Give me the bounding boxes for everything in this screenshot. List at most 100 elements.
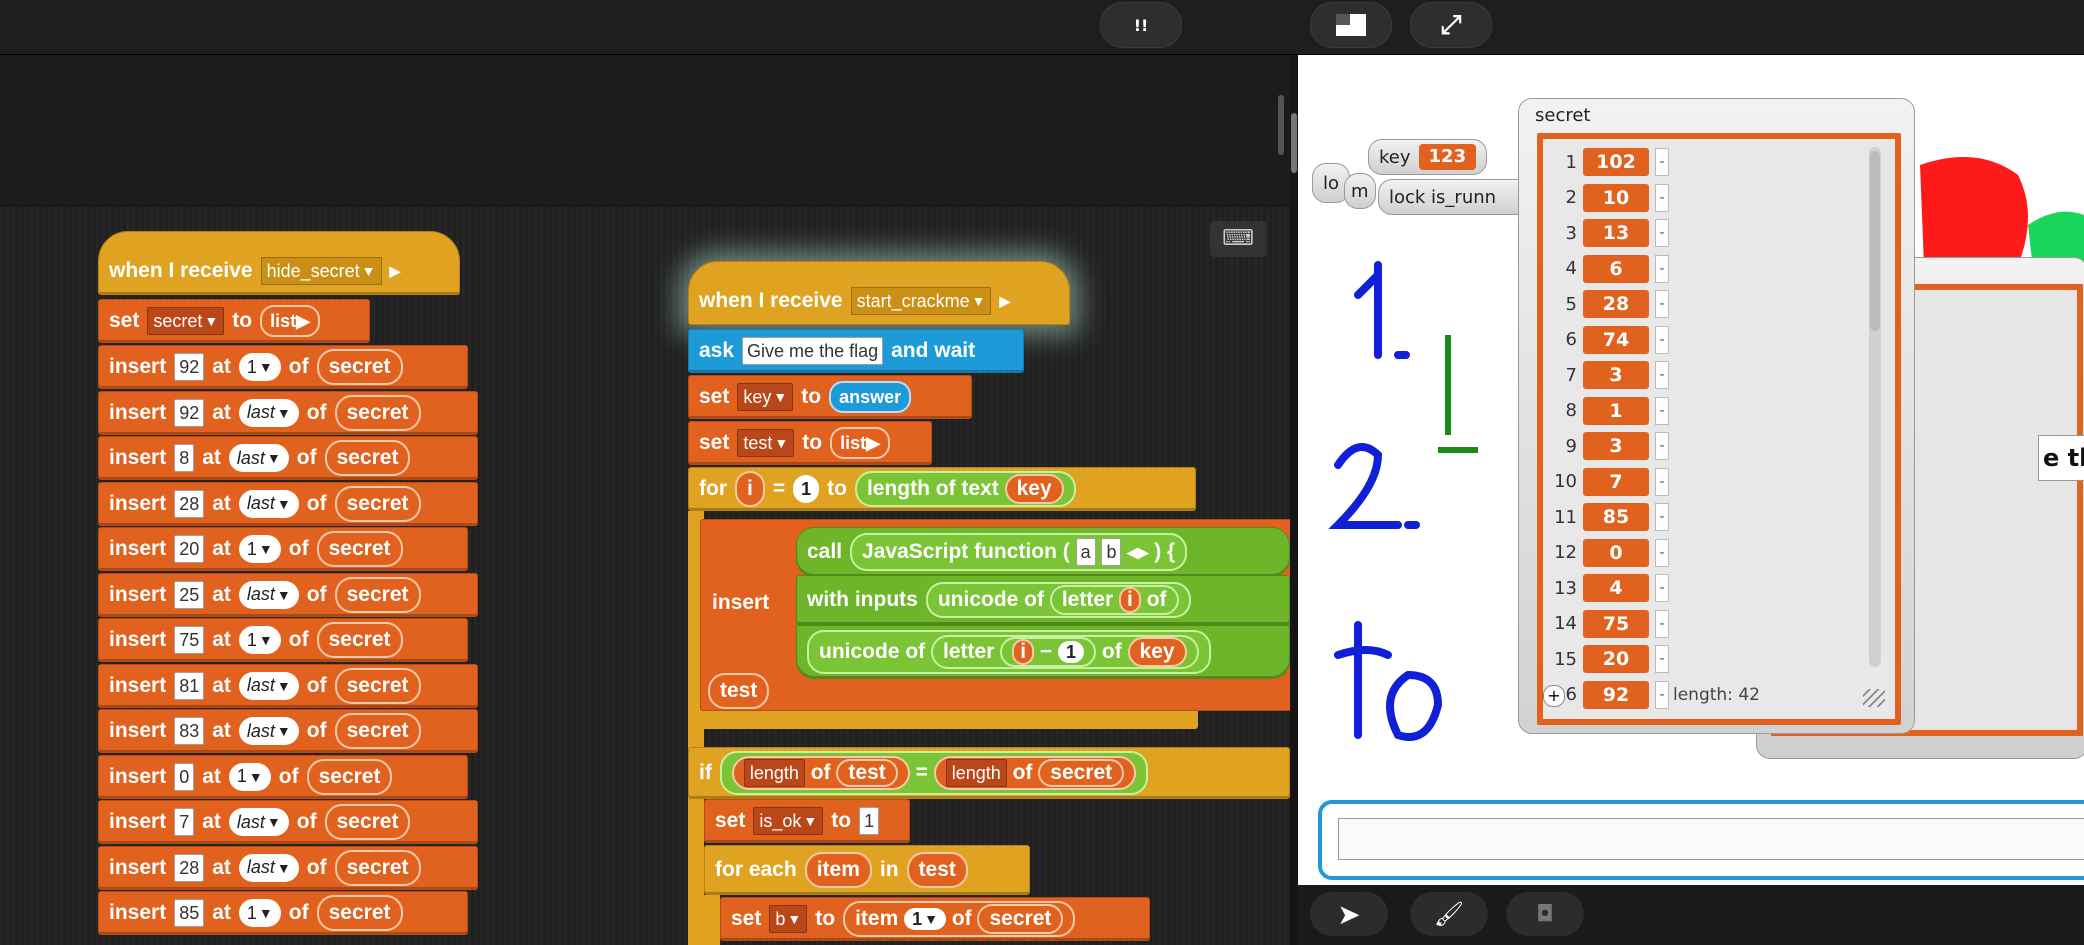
keyboard-icon[interactable]: ⌨	[1210, 221, 1266, 257]
list-value[interactable]: 75	[1583, 609, 1649, 638]
value-slot[interactable]: 81	[174, 671, 205, 700]
insert-block[interactable]: insert 20 at 1 ▼ of secret	[98, 527, 468, 571]
secret-var-reporter[interactable]: secret	[334, 394, 421, 431]
set-secret-block[interactable]: set secret ▼ to list ▶	[98, 299, 370, 343]
position-dropdown[interactable]: last ▼	[238, 853, 299, 882]
position-dropdown[interactable]: 1 ▼	[238, 353, 281, 381]
var-dropdown[interactable]: is_ok ▼	[753, 807, 824, 835]
list-value[interactable]: 92	[1583, 680, 1649, 709]
list-value[interactable]: 13	[1583, 219, 1649, 247]
list-value[interactable]: 28	[1583, 290, 1649, 318]
message-dropdown[interactable]: hide_secret ▼	[260, 257, 382, 285]
if-block[interactable]: if length of test = length of secret	[688, 747, 1290, 799]
insert-block[interactable]: insert 28 at last ▼ of secret	[98, 845, 478, 890]
secret-var-reporter[interactable]: secret	[334, 576, 421, 613]
list-value[interactable]: 4	[1583, 574, 1649, 602]
list-watcher-secret[interactable]: secret 1 102-2 10-3 13-4 6-5 28-6 74-7 3-8 1-9 3-…	[1518, 98, 1915, 734]
equals-predicate[interactable]: length of test = length of secret	[719, 751, 1149, 795]
secret-var-reporter[interactable]: secret	[316, 895, 403, 931]
secret-var-reporter[interactable]: secret	[316, 531, 403, 567]
camera-icon[interactable]: ◘	[1506, 892, 1584, 936]
position-dropdown[interactable]: last ▼	[238, 671, 299, 700]
item-var[interactable]: item	[804, 852, 872, 888]
list-item[interactable]: 93-	[1547, 429, 1669, 463]
secret-var-reporter[interactable]: secret	[334, 849, 421, 886]
start-slot[interactable]: 1	[793, 475, 820, 503]
list-value[interactable]: 0	[1583, 538, 1649, 567]
list-item[interactable]: 12 0-	[1547, 536, 1669, 570]
list-contents[interactable]: 1 102-2 10-3 13-4 6-5 28-6 74-7 3-8 1-9 3-10 7-11 8…	[1537, 133, 1901, 725]
var-dropdown[interactable]: secret ▼	[147, 307, 225, 335]
value-slot[interactable]: 85	[174, 899, 205, 927]
length-of-text-reporter[interactable]: length of text key	[854, 471, 1076, 507]
value-slot[interactable]: 92	[174, 353, 205, 381]
list-value[interactable]: 1	[1583, 396, 1649, 425]
value-slot[interactable]: 20	[174, 535, 205, 563]
list-scrollbar[interactable]	[1869, 147, 1881, 667]
value-slot[interactable]: 0	[174, 762, 195, 791]
item-of-reporter[interactable]: item 1 ▼ of secret	[843, 901, 1076, 937]
list-item[interactable]: 5 28-	[1547, 287, 1669, 321]
list-item[interactable]: 14 75-	[1547, 607, 1669, 641]
stage-size-button[interactable]	[1310, 2, 1392, 48]
position-dropdown[interactable]: 1 ▼	[238, 626, 281, 654]
position-dropdown[interactable]: last ▼	[238, 717, 299, 745]
pause-button[interactable]: !!	[1100, 2, 1182, 48]
value-slot[interactable]: 8	[174, 444, 195, 472]
secret-var-reporter[interactable]: secret	[316, 349, 403, 385]
list-value[interactable]: 102	[1583, 148, 1649, 176]
position-dropdown[interactable]: last ▼	[238, 489, 299, 518]
call-js-block[interactable]: call JavaScript function ( a b ◂▸ ) {	[796, 527, 1290, 577]
value-slot[interactable]: 75	[174, 626, 205, 654]
list-value[interactable]: 3	[1583, 432, 1649, 460]
when-receive-hat-2[interactable]: when I receive start_crackme ▼ ▶	[688, 261, 1070, 325]
list-var[interactable]: test	[906, 852, 968, 888]
list-item[interactable]: 16 92-	[1547, 678, 1669, 712]
fullscreen-button[interactable]: ⤢	[1410, 2, 1492, 48]
list-reporter[interactable]: list ▶	[830, 427, 890, 459]
secret-var-reporter[interactable]: secret	[316, 622, 403, 658]
value-slot[interactable]: 1	[859, 807, 880, 835]
position-dropdown[interactable]: 1 ▼	[238, 535, 281, 563]
list-item[interactable]: 3 13-	[1547, 216, 1669, 250]
insert-block[interactable]: insert 8 at last ▼ of secret	[98, 436, 478, 480]
set-b-block[interactable]: set b ▼ to item 1 ▼ of secret	[720, 897, 1150, 941]
secret-var-reporter[interactable]: secret	[334, 485, 421, 522]
resize-handle[interactable]	[1863, 689, 1885, 707]
secret-var-reporter[interactable]: secret	[324, 804, 411, 840]
list-value[interactable]: 85	[1583, 503, 1649, 531]
position-dropdown[interactable]: 1 ▼	[238, 899, 281, 927]
for-each-block[interactable]: for each item in test	[704, 845, 1030, 895]
list-item[interactable]: 73-	[1547, 358, 1669, 392]
list-item[interactable]: 46-	[1547, 252, 1669, 286]
var-dropdown[interactable]: test ▼	[737, 429, 795, 457]
answer-reporter[interactable]: answer	[829, 381, 912, 413]
message-dropdown[interactable]: start_crackme ▼	[850, 287, 992, 315]
set-is-ok-block[interactable]: set is_ok ▼ to 1	[704, 799, 910, 843]
set-key-block[interactable]: set key ▼ to answer	[688, 375, 972, 419]
value-slot[interactable]: 28	[174, 489, 205, 518]
value-slot[interactable]: 25	[174, 580, 205, 609]
insert-block[interactable]: insert 92 at last ▼ of secret	[98, 390, 478, 435]
watcher-key[interactable]: key 123	[1368, 139, 1488, 175]
secret-var-reporter[interactable]: secret	[324, 440, 411, 476]
ask-block[interactable]: ask Give me the flag and wait	[688, 329, 1024, 373]
js-function-reporter[interactable]: JavaScript function ( a b ◂▸ ) {	[850, 533, 1188, 571]
go-arrow-icon[interactable]: ➤	[1310, 892, 1388, 936]
insert-block[interactable]: insert 83 at last ▼ of secret	[98, 709, 478, 753]
list-item[interactable]: 2 10-	[1547, 181, 1669, 215]
position-dropdown[interactable]: 1 ▼	[228, 762, 271, 791]
list-value[interactable]: 7	[1583, 467, 1649, 496]
list-reporter[interactable]: list ▶	[260, 305, 320, 337]
answer-input[interactable]	[1338, 818, 2084, 860]
unicode-of-reporter[interactable]: unicode of letter i of	[925, 582, 1191, 618]
insert-block[interactable]: insert 92 at 1 ▼ of secret	[98, 345, 468, 389]
insert-block[interactable]: insert 28 at last ▼ of secret	[98, 481, 478, 526]
list-item[interactable]: 81-	[1547, 394, 1669, 428]
secret-var-reporter[interactable]: secret	[334, 713, 421, 749]
value-slot[interactable]: 92	[174, 398, 205, 427]
list-item[interactable]: 10 7-	[1547, 465, 1669, 499]
set-test-block[interactable]: set test ▼ to list ▶	[688, 421, 932, 465]
pane-divider[interactable]	[1290, 55, 1298, 945]
scripting-area[interactable]: ⌨ when I receive hide_secret ▼ ▶ set secr…	[0, 207, 1290, 945]
